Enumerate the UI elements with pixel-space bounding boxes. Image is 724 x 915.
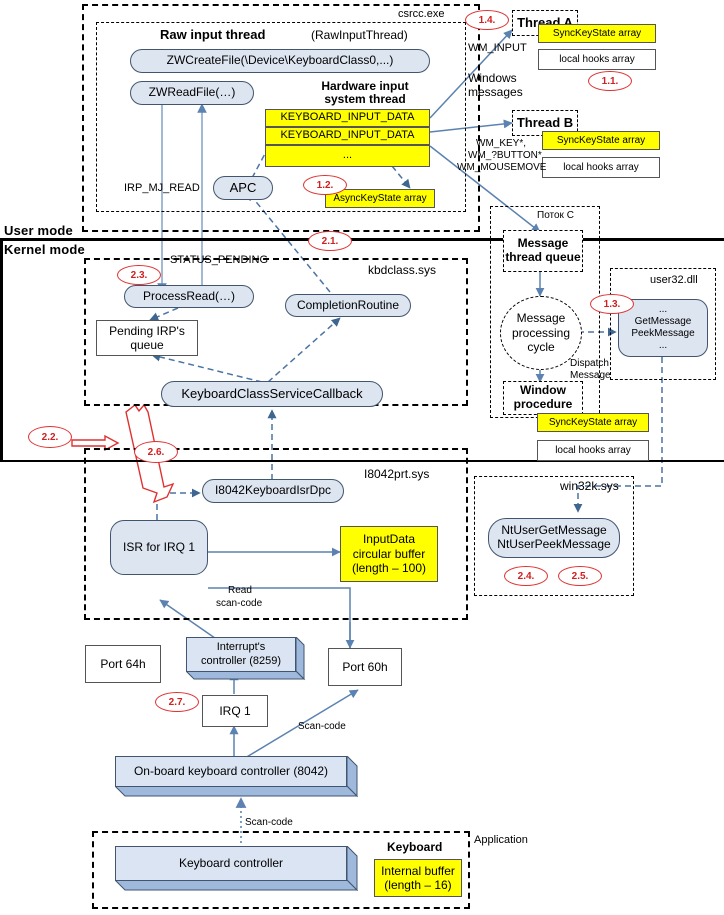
keyboard-input-data-2: KEYBOARD_INPUT_DATA: [265, 127, 430, 145]
wm-key-label: WM_KEY*,: [476, 138, 527, 149]
message-thread-queue-line1: Message: [517, 236, 569, 251]
tag-1-1: 1.1.: [588, 71, 632, 91]
local-hooks-array-a: local hooks array: [538, 49, 656, 70]
windows-messages-line2: messages: [468, 85, 523, 99]
apc-node[interactable]: APC: [213, 176, 273, 200]
user32-dots-bottom: ...: [658, 340, 668, 351]
keyboard-label: Keyboard: [387, 840, 443, 854]
user32-dll-label: user32.dll: [650, 274, 698, 286]
message-thread-queue-node: Message thread queue: [503, 230, 583, 272]
tag-1-2: 1.2.: [303, 175, 347, 195]
local-hooks-array-b: local hooks array: [542, 157, 660, 178]
scan-code-label-1: Scan-code: [298, 721, 346, 732]
window-procedure-line2: procedure: [513, 397, 573, 411]
read-scan-code-line1: Read: [228, 585, 252, 596]
win32k-sys-label: win32k.sys: [560, 479, 619, 493]
irp-mj-read-label: IRP_MJ_READ: [124, 182, 200, 194]
onboard-keyboard-controller-label: On-board keyboard controller (8042): [115, 756, 347, 787]
user32-dots-top: ...: [658, 304, 668, 315]
wm-button-label: WM_?BUTTON*: [468, 150, 542, 161]
pending-irp-queue-node: Pending IRP's queue: [96, 320, 198, 356]
tag-2-4: 2.4.: [504, 566, 548, 586]
tag-1-4: 1.4.: [465, 10, 509, 30]
read-scan-code-line2: scan-code: [216, 598, 263, 609]
inputdata-circular-buffer: InputData circular buffer (length – 100): [340, 526, 438, 582]
tag-2-6: 2.6.: [134, 441, 178, 463]
wm-input-label: WM_INPUT: [468, 42, 527, 54]
wm-mousemove-label: WM_MOUSEMOVE: [457, 162, 547, 173]
dispatch-message-line2: Message: [570, 370, 611, 381]
i8042prt-sys-label: I8042prt.sys: [364, 467, 430, 481]
port-60h-node: Port 60h: [328, 648, 402, 686]
async-key-state-array: AsyncKeyState array: [325, 189, 435, 208]
tag-2-7: 2.7.: [155, 692, 199, 712]
sync-key-state-array-c: SyncKeyState array: [537, 413, 649, 432]
keyboard-controller-label: Keyboard controller: [115, 846, 347, 881]
inputdata-line2: circular buffer: [352, 546, 426, 561]
raw-input-thread-title: Raw input thread: [160, 27, 266, 42]
peekmessage-label[interactable]: PeekMessage: [631, 328, 694, 340]
keyboard-input-data-1: KEYBOARD_INPUT_DATA: [265, 109, 430, 127]
interrupt-controller-line2: controller (8259): [200, 654, 282, 667]
csrcc-exe-label: csrcc.exe: [398, 8, 445, 20]
application-label: Application: [474, 834, 528, 846]
interrupt-controller-node: Interrupt's controller (8259): [186, 637, 306, 685]
internal-buffer-node: Internal buffer (length – 16): [374, 859, 462, 897]
tag-2-1: 2.1.: [308, 231, 352, 251]
zwreadfile-node[interactable]: ZWReadFile(…): [130, 81, 254, 105]
pending-irp-line1: Pending IRP's: [109, 323, 185, 338]
tag-2-2: 2.2.: [28, 426, 72, 448]
keyboardclassservicecallback-node[interactable]: KeyboardClassServiceCallback: [161, 381, 383, 407]
keyboard-controller-node: Keyboard controller: [115, 846, 367, 894]
getmessage-label[interactable]: GetMessage: [635, 316, 692, 328]
ntuser-message-node[interactable]: NtUserGetMessage NtUserPeekMessage: [488, 518, 620, 558]
completionroutine-node[interactable]: CompletionRoutine: [285, 294, 411, 317]
local-hooks-array-c: local hooks array: [537, 440, 649, 461]
ntuserpeekmessage-label: NtUserPeekMessage: [497, 537, 611, 551]
message-thread-queue-line2: thread queue: [505, 250, 581, 264]
kernel-mode-left-edge: [0, 240, 3, 462]
message-cycle-line3: cycle: [527, 340, 555, 355]
i8042keyboardisrdpc-node[interactable]: I8042KeyboardIsrDpc: [202, 479, 344, 503]
internal-buffer-line1: Internal buffer: [381, 863, 455, 878]
tag-2-5: 2.5.: [558, 566, 602, 586]
sync-key-state-array-b: SyncKeyState array: [542, 131, 660, 150]
interrupt-controller-line1: Interrupt's: [216, 641, 266, 654]
windows-messages-line1: Windows: [468, 71, 517, 85]
raw-input-thread-subtitle: (RawInputThread): [311, 28, 408, 42]
status-pending-label: STATUS_PENDING: [170, 254, 268, 266]
dispatch-message-line1: Dispatch: [570, 358, 609, 369]
message-cycle-line2: processing: [511, 325, 571, 340]
message-cycle-line1: Message: [516, 311, 566, 326]
port-64h-node: Port 64h: [85, 645, 161, 683]
pending-irp-line2: queue: [130, 338, 164, 352]
tag-1-3: 1.3.: [590, 294, 634, 314]
window-procedure-node: Window procedure: [503, 381, 583, 415]
isr-for-irq1-node[interactable]: ISR for IRQ 1: [110, 520, 208, 575]
hardware-input-thread-title-line2: system thread: [324, 92, 406, 106]
irq1-node: IRQ 1: [202, 695, 268, 727]
ntusergetmessage-label: NtUserGetMessage: [501, 523, 607, 538]
keyboard-input-data-ellipsis: ...: [265, 145, 430, 167]
scan-code-label-2: Scan-code: [245, 817, 293, 828]
inputdata-line1: InputData: [362, 532, 416, 547]
window-procedure-line1: Window: [520, 383, 566, 398]
internal-buffer-line2: (length – 16): [384, 878, 452, 892]
zwcreatefile-node[interactable]: ZWCreateFile(\Device\KeyboardClass0,...): [130, 49, 430, 73]
user-mode-label: User mode: [4, 223, 73, 238]
diagram-canvas: User mode Kernel mode csrcc.exe Raw inpu…: [0, 0, 724, 915]
tag-2-3: 2.3.: [117, 265, 161, 285]
potok-c-label: Поток C: [537, 210, 574, 221]
kbdclass-sys-label: kbdclass.sys: [368, 263, 437, 277]
sync-key-state-array-a: SyncKeyState array: [538, 24, 656, 43]
onboard-keyboard-controller-node: On-board keyboard controller (8042): [115, 756, 367, 800]
inputdata-line3: (length – 100): [351, 561, 427, 576]
processread-node[interactable]: ProcessRead(…): [124, 285, 254, 308]
